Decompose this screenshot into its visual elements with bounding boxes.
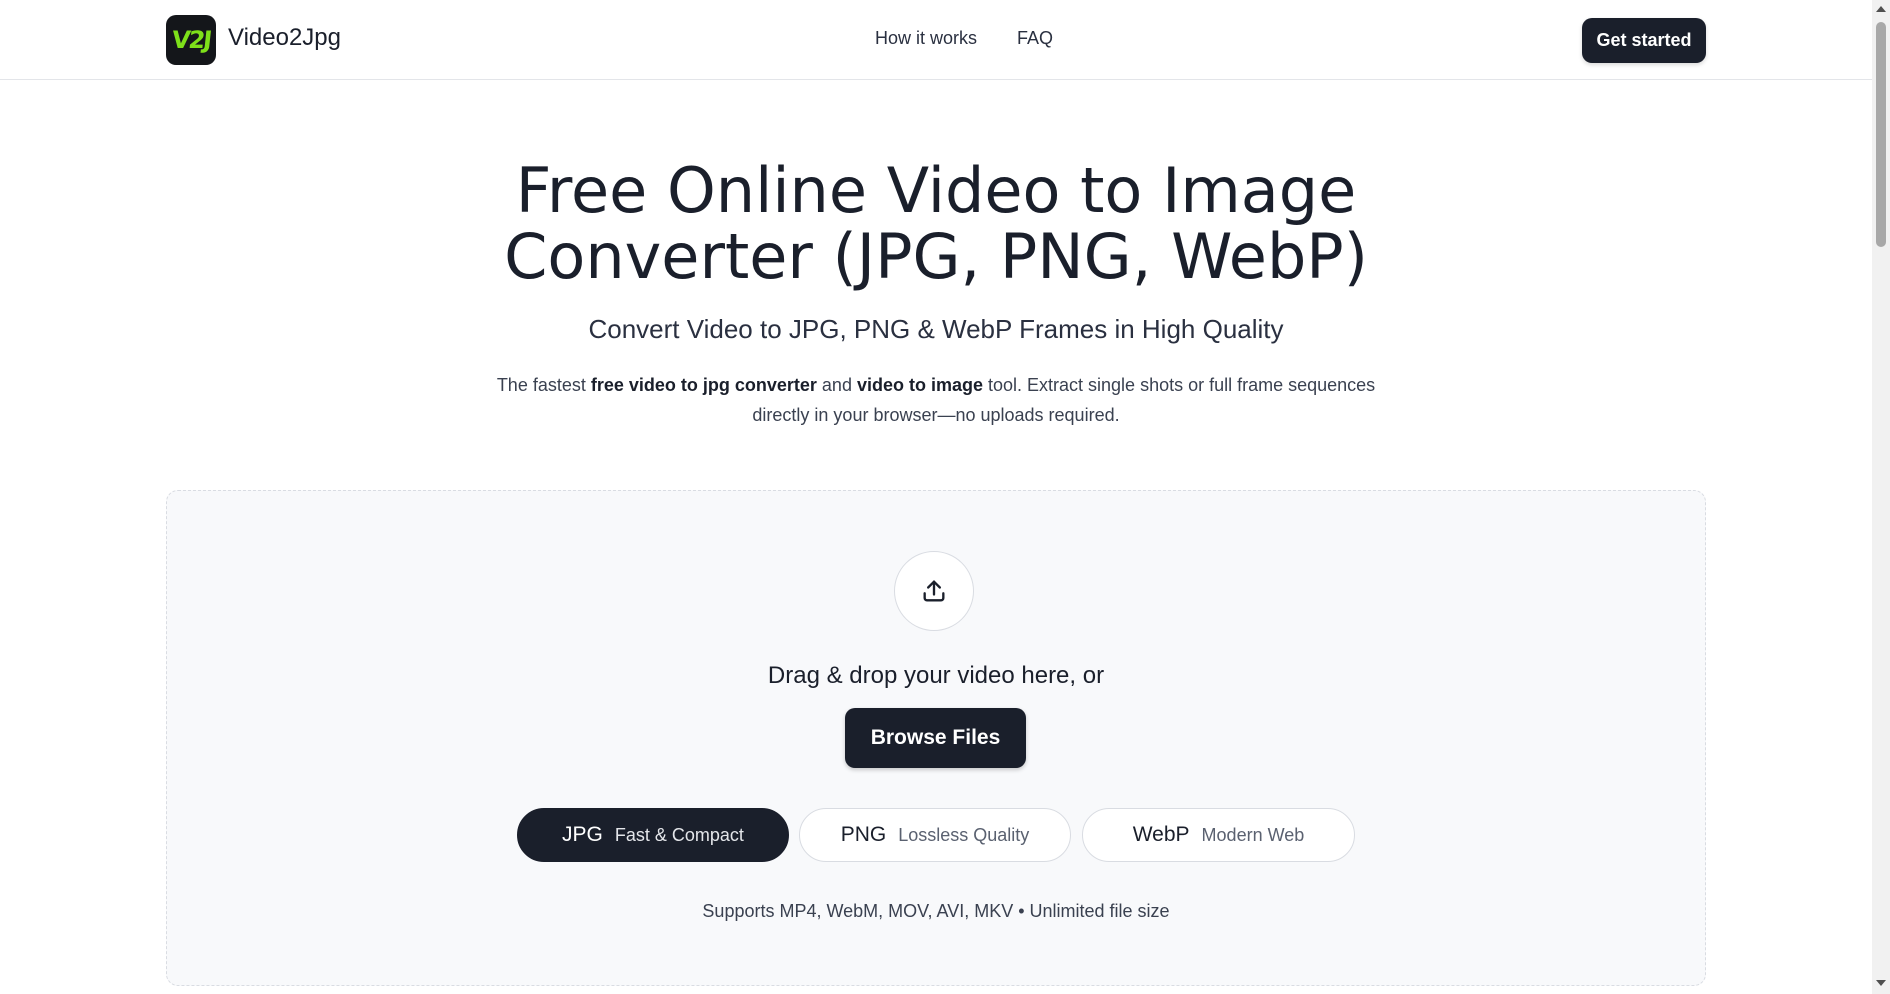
format-name: WebP xyxy=(1132,823,1190,846)
desc-keyword-1: free video to jpg converter xyxy=(590,375,817,395)
format-jpg-option[interactable]: JPG Fast & Compact xyxy=(517,808,789,862)
title-line-1: Free Online Video to Image xyxy=(515,154,1357,227)
title-line-2: Converter (JPG, PNG, WebP) xyxy=(504,220,1368,293)
drag-drop-prompt: Drag & drop your video here, or xyxy=(767,662,1105,689)
format-name: PNG xyxy=(840,823,887,846)
scroll-thumb[interactable] xyxy=(1876,22,1886,247)
page-description: The fastest free video to jpg converter … xyxy=(476,370,1396,430)
upload-button[interactable] xyxy=(894,551,974,631)
brand-name[interactable]: Video2Jpg xyxy=(228,24,341,52)
format-png-option[interactable]: PNG Lossless Quality xyxy=(799,808,1071,862)
nav-faq[interactable]: FAQ xyxy=(1017,28,1053,49)
page-scrollbar[interactable] xyxy=(1872,0,1890,994)
scroll-up-arrow-icon[interactable] xyxy=(1876,6,1886,12)
format-description: Fast & Compact xyxy=(614,824,744,845)
format-webp-option[interactable]: WebP Modern Web xyxy=(1082,808,1355,862)
site-header: V2J Video2Jpg How it works FAQ Get start… xyxy=(0,0,1872,80)
page-subtitle: Convert Video to JPG, PNG & WebP Frames … xyxy=(588,314,1284,344)
format-description: Lossless Quality xyxy=(898,824,1030,845)
format-name: JPG xyxy=(562,823,603,846)
get-started-button[interactable]: Get started xyxy=(1582,18,1706,63)
supported-formats-note: Supports MP4, WebM, MOV, AVI, MKV • Unli… xyxy=(702,901,1170,921)
page-title: Free Online Video to Image Converter (JP… xyxy=(0,158,1872,290)
scroll-down-arrow-icon[interactable] xyxy=(1876,980,1886,986)
format-description: Modern Web xyxy=(1201,824,1305,845)
logo-text: V2J xyxy=(170,26,212,54)
nav-how-it-works[interactable]: How it works xyxy=(875,28,977,49)
logo[interactable]: V2J xyxy=(166,15,216,65)
browse-files-button[interactable]: Browse Files xyxy=(845,708,1026,768)
upload-icon xyxy=(923,580,945,602)
desc-text-2: and xyxy=(816,375,857,395)
desc-text-1: The fastest xyxy=(496,375,591,395)
desc-keyword-2: video to image xyxy=(856,375,983,395)
